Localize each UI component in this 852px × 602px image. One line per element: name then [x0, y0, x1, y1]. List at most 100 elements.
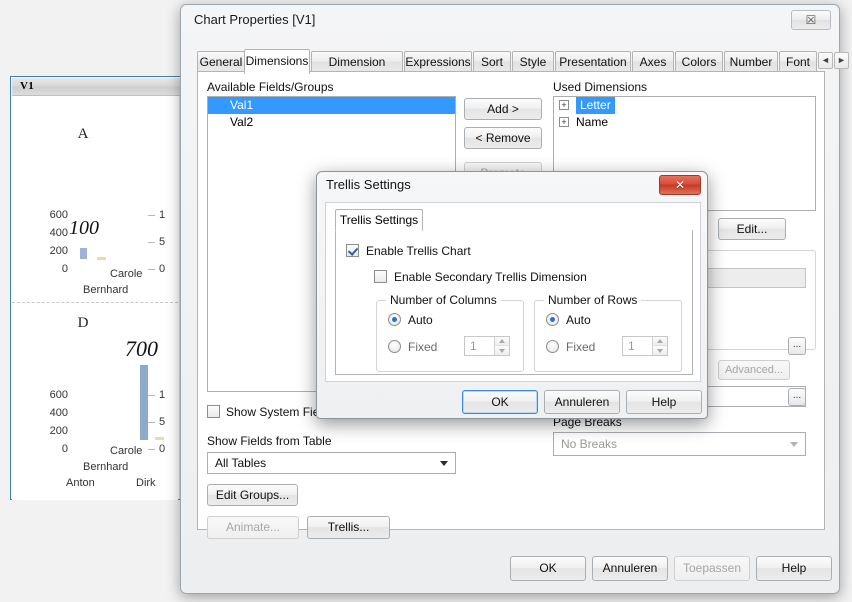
columns-fixed-radio[interactable]	[388, 340, 401, 353]
trellis-button[interactable]: Trellis...	[307, 516, 390, 539]
pane-a-data-label: 100	[69, 217, 99, 239]
trellis-cancel-button[interactable]: Annuleren	[544, 390, 620, 414]
spinner-up-icon[interactable]	[494, 337, 509, 346]
pane-d-data-label: 700	[125, 336, 158, 361]
enable-secondary-dimension-checkbox[interactable]	[374, 270, 387, 283]
tab-dimension-limits[interactable]: Dimension Limits	[311, 51, 403, 89]
chart-properties-title: Chart Properties [V1]	[194, 12, 316, 27]
expand-icon[interactable]: +	[559, 100, 569, 110]
trellis-help-button[interactable]: Help	[626, 390, 702, 414]
trellis-settings-dialog: Trellis Settings ✕ Trellis Settings Enab…	[316, 171, 708, 419]
spinner-down-icon[interactable]	[652, 346, 667, 355]
expand-icon[interactable]: +	[559, 117, 569, 127]
help-button[interactable]: Help	[756, 556, 832, 581]
trellis-tab-panel: Enable Trellis Chart Enable Secondary Tr…	[335, 230, 693, 375]
enable-trellis-chart-label: Enable Trellis Chart	[366, 244, 471, 258]
pane-a-x-labels: Carole Bernhard Anton Dirk	[66, 268, 156, 301]
rows-fixed-radio[interactable]	[546, 340, 559, 353]
trellis-dialog-body: Trellis Settings Enable Trellis Chart En…	[325, 202, 701, 382]
tab-dimensions[interactable]: Dimensions	[244, 49, 310, 74]
show-system-fields-checkbox[interactable]	[207, 405, 220, 418]
pane-d-letter: D	[77, 315, 89, 331]
chevron-down-icon	[790, 442, 798, 447]
tab-scroll-right-icon[interactable]: ►	[834, 52, 849, 69]
columns-auto-radio[interactable]	[388, 313, 401, 326]
rows-auto-radio[interactable]	[546, 313, 559, 326]
list-item-label: Val2	[230, 115, 254, 129]
tree-item-label: Letter	[576, 97, 615, 114]
list-item-val2[interactable]: Val2	[208, 114, 455, 131]
add-button[interactable]: Add >	[464, 98, 542, 120]
tab-sort[interactable]: Sort	[473, 51, 511, 72]
ok-button[interactable]: OK	[510, 556, 586, 581]
tab-font[interactable]: Font	[779, 51, 817, 72]
pane-d-x-labels: Carole Bernhard Anton Dirk	[66, 445, 156, 489]
number-of-rows-label: Number of Rows	[544, 293, 642, 307]
chart-window-titlebar[interactable]: V1	[12, 78, 188, 96]
number-of-columns-label: Number of Columns	[386, 293, 501, 307]
trellis-dialog-title: Trellis Settings	[326, 177, 411, 192]
show-fields-from-table-label: Show Fields from Table	[207, 434, 332, 448]
pane-d-bar-carole	[140, 365, 148, 440]
pane-a-bar-bernhard	[97, 257, 106, 260]
spinner-up-icon[interactable]	[652, 337, 667, 346]
available-fields-label: Available Fields/Groups	[207, 80, 334, 94]
rows-fixed-label: Fixed	[566, 340, 596, 354]
chevron-down-icon	[440, 461, 448, 466]
pane-a-bar-anton	[80, 248, 87, 259]
trellis-titlebar[interactable]: Trellis Settings ✕	[317, 172, 707, 199]
show-fields-from-table-value: All Tables	[215, 456, 267, 470]
trellis-ok-button[interactable]: OK	[462, 390, 538, 414]
tab-axes[interactable]: Axes	[632, 51, 674, 72]
chart-properties-titlebar[interactable]: Chart Properties [V1] ☒	[181, 5, 839, 35]
list-item-label: Val1	[230, 98, 254, 112]
tab-number[interactable]: Number	[724, 51, 778, 72]
tree-item-letter[interactable]: + Letter	[554, 97, 815, 114]
columns-auto-label: Auto	[408, 313, 433, 327]
tab-scroll-left-icon[interactable]: ◄	[818, 52, 833, 69]
pane-a-letter: A	[77, 126, 89, 142]
tree-item-label: Name	[576, 115, 609, 129]
tab-colors[interactable]: Colors	[675, 51, 723, 72]
label-ellipsis-button[interactable]: ...	[788, 337, 806, 355]
comment-ellipsis-button[interactable]: ...	[788, 388, 806, 406]
rows-auto-label: Auto	[566, 313, 591, 327]
show-fields-from-table-combo[interactable]: All Tables	[207, 452, 456, 474]
tab-strip: General Dimensions Dimension Limits Expr…	[197, 49, 849, 89]
chart-window-title: V1	[20, 80, 35, 92]
tab-presentation[interactable]: Presentation	[555, 51, 631, 72]
spinner-buttons[interactable]	[494, 337, 509, 355]
tab-trellis-settings[interactable]: Trellis Settings	[335, 209, 423, 231]
chart-preview-window: V1 A 600 400 200 0 1 5 0 100 Carole Bern…	[10, 76, 189, 500]
tree-item-name[interactable]: + Name	[554, 114, 815, 131]
used-dimensions-label: Used Dimensions	[553, 80, 648, 94]
trellis-pane-d: D 600 400 200 0 1 5 0 700 Carole Bernhar…	[12, 302, 178, 500]
spinner-buttons[interactable]	[652, 337, 667, 355]
edit-button[interactable]: Edit...	[718, 218, 786, 240]
edit-groups-button[interactable]: Edit Groups...	[207, 484, 298, 506]
enable-trellis-chart-checkbox[interactable]	[346, 244, 359, 257]
pane-d-bar-dirk	[155, 437, 164, 440]
spinner-down-icon[interactable]	[494, 346, 509, 355]
rows-fixed-value: 1	[628, 339, 635, 353]
close-icon[interactable]: ☒	[791, 10, 831, 30]
columns-fixed-value: 1	[470, 339, 477, 353]
trellis-pane-a: A 600 400 200 0 1 5 0 100 Carole Bernhar…	[12, 96, 178, 301]
page-breaks-value: No Breaks	[561, 437, 618, 451]
tab-general[interactable]: General	[197, 51, 245, 72]
columns-fixed-spinner[interactable]: 1	[464, 336, 510, 356]
tab-expressions[interactable]: Expressions	[404, 51, 472, 72]
tab-style[interactable]: Style	[512, 51, 554, 72]
remove-button[interactable]: < Remove	[464, 127, 542, 149]
advanced-button: Advanced...	[718, 360, 790, 380]
enable-secondary-dimension-label: Enable Secondary Trellis Dimension	[394, 270, 587, 284]
columns-fixed-label: Fixed	[408, 340, 438, 354]
page-breaks-combo[interactable]: No Breaks	[553, 432, 806, 456]
close-icon[interactable]: ✕	[659, 175, 701, 195]
titlebar-ghost-text	[462, 177, 612, 193]
apply-button: Toepassen	[674, 556, 750, 581]
cancel-button[interactable]: Annuleren	[592, 556, 668, 581]
list-item-val1[interactable]: Val1	[208, 97, 455, 114]
animate-button: Animate...	[207, 516, 299, 539]
rows-fixed-spinner[interactable]: 1	[622, 336, 668, 356]
